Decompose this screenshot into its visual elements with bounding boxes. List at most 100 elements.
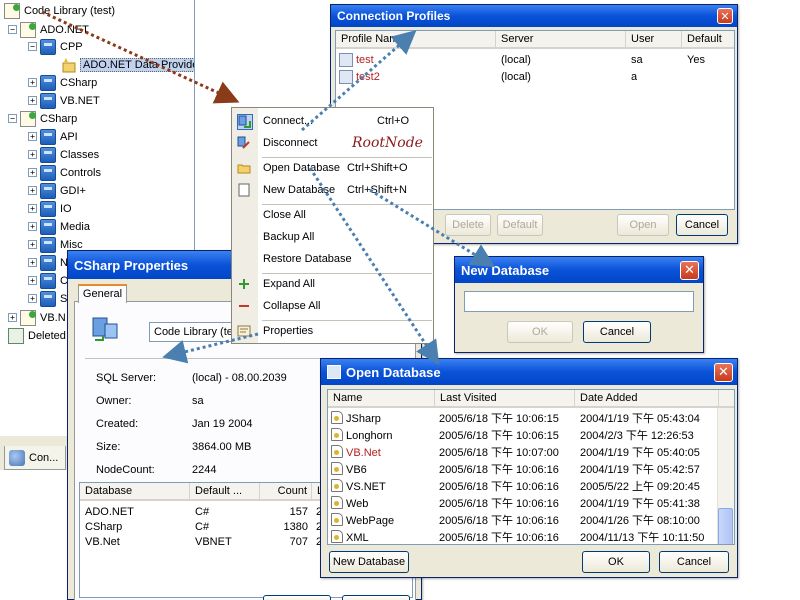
database-name: Longhorn	[346, 430, 393, 442]
database-name-input[interactable]	[464, 291, 694, 312]
expand-icon[interactable]: +	[28, 150, 37, 159]
expand-icon[interactable]: +	[28, 294, 37, 303]
database-row[interactable]: WebPage 2005/6/18 下午 10:06:16 2004/1/26 下午…	[328, 513, 734, 530]
expand-icon[interactable]: +	[28, 276, 37, 285]
database-row[interactable]: VB6 2005/6/18 下午 10:06:16 2004/1/19 下午 05:…	[328, 462, 734, 479]
cancel-button[interactable]: Cancel	[676, 214, 728, 236]
menu-item-restore-database[interactable]: Restore Database	[232, 249, 433, 271]
expand-icon[interactable]: +	[28, 96, 37, 105]
menu-item-properties[interactable]: Properties	[232, 321, 433, 343]
tree-item-n[interactable]: + N	[28, 254, 68, 271]
ok-button[interactable]: OK	[507, 321, 573, 343]
expand-icon[interactable]: +	[28, 258, 37, 267]
tree-item-cpp[interactable]: − CPP	[28, 38, 83, 55]
ok-button[interactable]: OK	[582, 551, 650, 573]
date-added: 2005/5/22 上午 09:20:45	[580, 481, 700, 493]
close-button[interactable]: ✕	[680, 261, 699, 280]
column-header[interactable]: Count	[260, 483, 312, 500]
profile-default: Yes	[687, 54, 705, 66]
tree-item-deleted[interactable]: Deleted	[8, 327, 66, 344]
database-list[interactable]: Name Last Visited Date Added JSharp 2005/…	[327, 389, 735, 545]
tree-item-vbnet[interactable]: + VB.N	[8, 309, 66, 326]
database-icon	[40, 290, 56, 307]
delete-button[interactable]: Delete	[445, 214, 491, 236]
profile-row[interactable]: test (local) sa Yes	[336, 52, 734, 69]
title-bar[interactable]: Connection Profiles	[331, 5, 737, 27]
tree-item-label: IO	[60, 202, 72, 215]
tree-item-csharp-db[interactable]: + CSharp	[28, 74, 97, 91]
library-icon	[4, 2, 20, 19]
tree-item-label: CPP	[60, 40, 83, 53]
menu-item-connect[interactable]: Connect... Ctrl+O	[232, 111, 433, 133]
ok-button-partial[interactable]	[263, 595, 331, 600]
title-bar[interactable]: New Database	[455, 257, 703, 283]
expand-icon[interactable]: +	[8, 313, 17, 322]
expand-icon[interactable]: +	[28, 186, 37, 195]
database-icon	[40, 38, 56, 55]
expand-icon[interactable]: +	[28, 240, 37, 249]
tree-item-label: Classes	[60, 148, 100, 161]
tree-root[interactable]: Code Library (test)	[4, 2, 115, 19]
tree-item-io[interactable]: + IO	[28, 200, 72, 217]
new-database-button[interactable]: New Database	[329, 551, 409, 573]
close-button[interactable]: ✕	[717, 8, 733, 24]
date-added: 2004/2/3 下午 12:26:53	[580, 430, 694, 442]
database-row[interactable]: JSharp 2005/6/18 下午 10:06:15 2004/1/19 下午 …	[328, 411, 734, 428]
expand-icon[interactable]: +	[28, 78, 37, 87]
expand-icon[interactable]: +	[28, 132, 37, 141]
tab-connection[interactable]: Con...	[4, 446, 66, 470]
database-row[interactable]: XML 2005/6/18 下午 10:06:16 2004/11/13 下午 10…	[328, 530, 734, 544]
collapse-icon[interactable]: −	[8, 114, 17, 123]
tree-item-vbnet-db[interactable]: + VB.NET	[28, 92, 100, 109]
tree-item-classes[interactable]: + Classes	[28, 146, 99, 163]
database-icon	[40, 218, 56, 235]
menu-item-collapse-all[interactable]: Collapse All	[232, 296, 433, 318]
vertical-scrollbar[interactable]	[717, 408, 734, 544]
tree-item-s[interactable]: + S	[28, 290, 67, 307]
database-row[interactable]: Longhorn 2005/6/18 下午 10:06:15 2004/2/3 下午…	[328, 428, 734, 445]
default-button[interactable]: Default	[497, 214, 543, 236]
database-count: 707	[289, 536, 308, 548]
collapse-icon[interactable]: −	[28, 42, 37, 51]
open-database-window: Open Database ✕ Name Last Visited Date A…	[320, 358, 738, 578]
menu-item-open-database[interactable]: Open Database Ctrl+Shift+O	[232, 158, 433, 180]
close-button[interactable]: ✕	[714, 363, 733, 382]
tree-item-adonet-data-provider[interactable]: ADO.NET Data Provide	[62, 56, 194, 73]
database-row[interactable]: Web 2005/6/18 下午 10:06:16 2004/1/19 下午 05:…	[328, 496, 734, 513]
column-header[interactable]: Default	[682, 31, 734, 48]
tree-item-adonet[interactable]: − ADO.NET	[8, 21, 89, 38]
tree-item-gdi[interactable]: + GDI+	[28, 182, 86, 199]
profile-row[interactable]: test2 (local) a	[336, 69, 734, 86]
expand-icon[interactable]: +	[28, 204, 37, 213]
menu-item-expand-all[interactable]: Expand All	[232, 274, 433, 296]
menu-item-backup-all[interactable]: Backup All	[232, 227, 433, 249]
database-row[interactable]: VB.Net 2005/6/18 下午 10:07:00 2004/1/19 下午 …	[328, 445, 734, 462]
scroll-thumb[interactable]	[718, 508, 733, 544]
column-header[interactable]: Name	[328, 390, 435, 407]
expand-icon[interactable]: +	[28, 222, 37, 231]
expand-icon[interactable]: +	[28, 168, 37, 177]
cancel-button[interactable]: Cancel	[583, 321, 651, 343]
tree-item-c[interactable]: + C	[28, 272, 68, 289]
tree-item-controls[interactable]: + Controls	[28, 164, 101, 181]
database-row[interactable]: VS.NET 2005/6/18 下午 10:06:16 2005/5/22 上午 …	[328, 479, 734, 496]
column-header[interactable]: Database	[80, 483, 190, 500]
column-header[interactable]: Default ...	[190, 483, 260, 500]
menu-item-new-database[interactable]: New Database Ctrl+Shift+N	[232, 180, 433, 202]
column-header[interactable]: Server	[496, 31, 626, 48]
tree-item-csharp[interactable]: − CSharp	[8, 110, 77, 127]
open-button[interactable]: Open	[617, 214, 669, 236]
tab-general[interactable]: General	[78, 284, 127, 303]
column-header[interactable]: User	[626, 31, 682, 48]
tree-item-media[interactable]: + Media	[28, 218, 90, 235]
cancel-button-partial[interactable]	[342, 595, 410, 600]
collapse-icon[interactable]: −	[8, 25, 17, 34]
column-header[interactable]: Profile Name	[336, 31, 496, 48]
column-header[interactable]: Date Added	[575, 390, 719, 407]
tree-item-api[interactable]: + API	[28, 128, 78, 145]
menu-item-close-all[interactable]: Close All	[232, 205, 433, 227]
title-bar[interactable]: Open Database	[321, 359, 737, 385]
column-header[interactable]: Last Visited	[435, 390, 575, 407]
name-field[interactable]: Code Library (tes	[149, 322, 239, 342]
cancel-button[interactable]: Cancel	[659, 551, 729, 573]
